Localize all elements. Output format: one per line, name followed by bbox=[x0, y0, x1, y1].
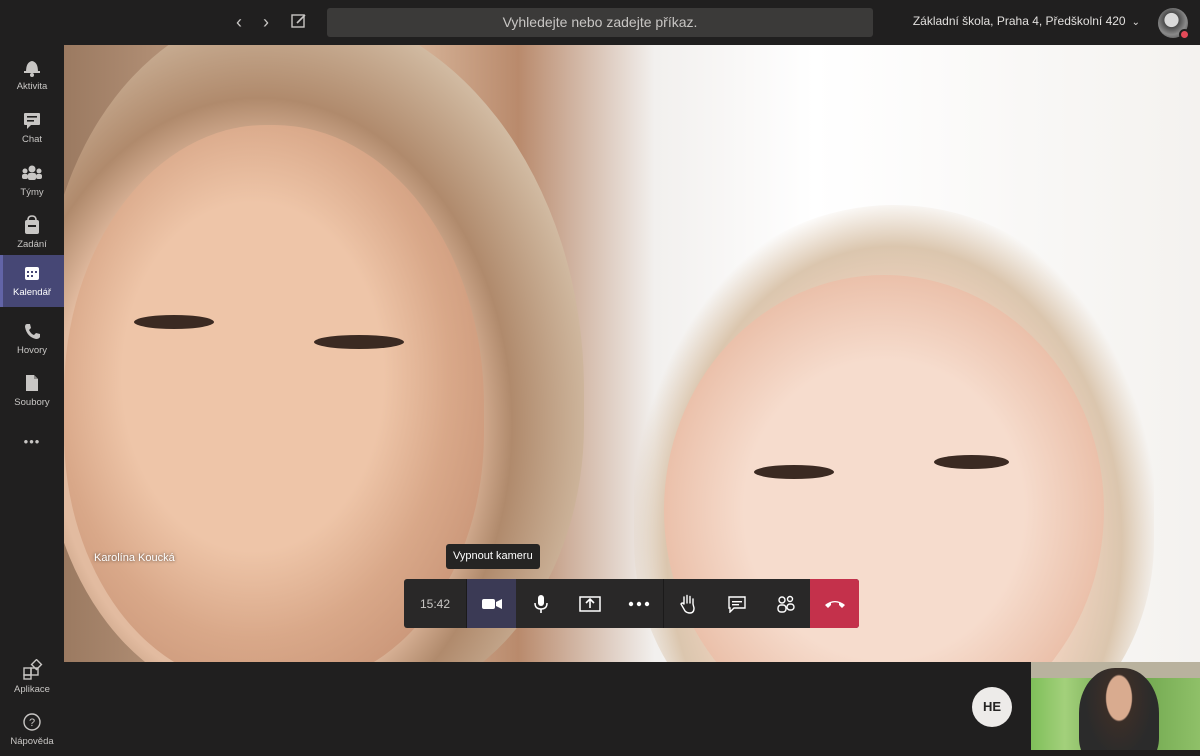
org-switcher[interactable]: Základní škola, Praha 4, Předškolní 420 ⌄ bbox=[913, 14, 1140, 28]
more-icon: ••• bbox=[23, 434, 41, 449]
self-video-person bbox=[1079, 668, 1159, 750]
rail-item-label: Hovory bbox=[16, 345, 48, 356]
rail-more-button[interactable]: ••• bbox=[0, 423, 64, 453]
org-name: Základní škola, Praha 4, Předškolní 420 bbox=[912, 14, 1126, 28]
self-video-preview[interactable] bbox=[1031, 662, 1200, 750]
bottom-bar: HE bbox=[64, 662, 1200, 750]
chevron-down-icon: ⌄ bbox=[1131, 17, 1140, 28]
search-input[interactable]: Vyhledejte nebo zadejte příkaz. bbox=[327, 8, 873, 37]
rail-item-files[interactable]: Soubory bbox=[0, 365, 64, 417]
assignments-icon bbox=[0, 214, 64, 238]
forward-arrow-icon[interactable]: › bbox=[256, 12, 276, 32]
participants-button[interactable] bbox=[761, 579, 810, 628]
more-actions-button[interactable] bbox=[614, 579, 663, 628]
rail-item-apps[interactable]: Aplikace bbox=[0, 652, 64, 704]
back-arrow-icon[interactable]: ‹ bbox=[229, 12, 249, 32]
hang-up-icon bbox=[824, 599, 846, 609]
rail-item-label: Aktivita bbox=[16, 81, 48, 92]
app-rail: Aktivita Chat Týmy Zadání Kalendář Hovor… bbox=[0, 45, 64, 750]
hang-up-button[interactable] bbox=[810, 579, 859, 628]
call-timer: 15:42 bbox=[404, 579, 467, 628]
calendar-icon bbox=[0, 262, 64, 286]
file-icon bbox=[0, 372, 64, 396]
share-screen-icon bbox=[578, 595, 601, 613]
video-stage: Karolína Koucká Vypnout kameru 15:42 bbox=[64, 45, 1200, 662]
rail-item-label: Aplikace bbox=[14, 684, 50, 695]
camera-button[interactable] bbox=[467, 579, 516, 628]
eye-shape bbox=[134, 315, 214, 329]
rail-item-help[interactable]: ? Nápověda bbox=[0, 704, 64, 756]
rail-item-label: Zadání bbox=[17, 239, 47, 250]
rail-item-calendar[interactable]: Kalendář bbox=[0, 255, 64, 307]
microphone-icon bbox=[533, 594, 549, 614]
camera-icon bbox=[481, 596, 503, 612]
chat-icon bbox=[0, 109, 64, 133]
raise-hand-icon bbox=[679, 594, 697, 614]
teams-icon bbox=[0, 162, 64, 186]
rail-item-assignments[interactable]: Zadání bbox=[0, 207, 64, 259]
participants-icon bbox=[776, 594, 796, 614]
conversation-icon bbox=[727, 595, 747, 613]
user-avatar[interactable] bbox=[1158, 8, 1190, 40]
help-icon: ? bbox=[0, 711, 64, 735]
top-bar: ‹ › Vyhledejte nebo zadejte příkaz. Zákl… bbox=[0, 0, 1200, 45]
rail-item-label: Kalendář bbox=[12, 287, 52, 298]
phone-icon bbox=[0, 320, 64, 344]
rail-item-teams[interactable]: Týmy bbox=[0, 155, 64, 207]
raise-hand-button[interactable] bbox=[663, 579, 712, 628]
eye-shape bbox=[754, 465, 834, 479]
rail-item-label: Týmy bbox=[20, 187, 44, 198]
new-message-icon[interactable] bbox=[290, 12, 310, 32]
more-dots-icon bbox=[628, 601, 650, 607]
apps-icon bbox=[0, 659, 64, 683]
rail-item-label: Chat bbox=[21, 134, 43, 145]
eye-shape bbox=[314, 335, 404, 349]
rail-item-activity[interactable]: Aktivita bbox=[0, 49, 64, 101]
microphone-button[interactable] bbox=[516, 579, 565, 628]
camera-tooltip: Vypnout kameru bbox=[446, 544, 540, 569]
bell-icon bbox=[0, 56, 64, 80]
rail-item-calls[interactable]: Hovory bbox=[0, 313, 64, 365]
share-screen-button[interactable] bbox=[565, 579, 614, 628]
rail-item-label: Soubory bbox=[14, 397, 50, 408]
rail-item-chat[interactable]: Chat bbox=[0, 102, 64, 154]
eye-shape bbox=[934, 455, 1009, 469]
participant-initials-avatar[interactable]: HE bbox=[972, 687, 1012, 727]
svg-text:?: ? bbox=[29, 717, 35, 729]
call-controls-bar: 15:42 bbox=[404, 579, 859, 628]
presence-dot-icon bbox=[1179, 29, 1190, 40]
conversation-button[interactable] bbox=[712, 579, 761, 628]
participant-name-label: Karolína Koucká bbox=[94, 552, 175, 564]
rail-item-label: Nápověda bbox=[10, 736, 54, 747]
